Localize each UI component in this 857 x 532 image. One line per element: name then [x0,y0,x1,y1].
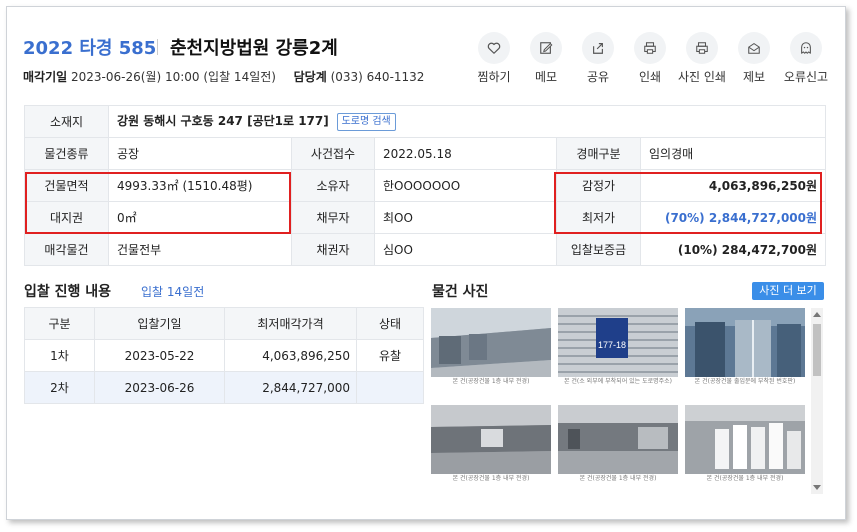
photo-gallery: 본 건(공장건물 1층 내부 전경) 177-18 본 건(소 외부에 부착되어… [431,308,806,494]
price-cell: 4,063,896,250 [224,339,357,372]
printer-icon [696,42,708,54]
photo-caption: 본 건(공장건물 출입문에 부착된 번호판) [685,377,805,386]
type-label: 물건종류 [24,137,109,170]
price-highlight-box [554,172,822,234]
sale-date-value: 2023-06-26(월) 10:00 (입찰 14일전) [71,70,276,84]
sale-item-value: 건물전부 [108,233,292,266]
property-photo[interactable]: 본 건(공장건물 출입문에 부착된 번호판) [685,308,805,386]
table-header-row: 구분 입찰기일 최저매각가격 상태 [24,307,424,340]
photos-title: 물건 사진 [432,284,489,300]
column-header: 입찰기일 [94,307,225,340]
printer-icon [644,42,656,54]
received-label: 사건접수 [291,137,375,170]
scroll-up-arrow-icon[interactable] [813,312,821,317]
property-photo[interactable]: 본 건(공장건물 1층 내부 전경) [431,405,551,483]
column-header: 상태 [356,307,424,340]
property-photo[interactable]: 본 건(공장건물 1층 내부 전경) [431,308,551,386]
auction-type-value: 임의경매 [639,137,827,170]
memo-button[interactable]: 메모 [526,32,566,85]
photo-caption: 본 건(소 외부에 부착되어 있는 도로명주소) [558,377,678,386]
bid-progress-subtitle: 입찰 14일전 [141,285,205,299]
round-cell: 1차 [24,339,95,372]
error-report-button[interactable]: 오류신고 [784,32,828,85]
date-cell: 2023-05-22 [94,339,225,372]
creditor-label: 채권자 [291,233,375,266]
mail-icon [748,42,760,54]
received-value: 2022.05.18 [374,137,557,170]
property-photo[interactable]: 본 건(공장건물 1층 내부 전경) [685,405,805,483]
report-button[interactable]: 제보 [734,32,774,85]
column-header: 최저매각가격 [224,307,357,340]
print-button[interactable]: 인쇄 [630,32,670,85]
share-label: 공유 [586,70,610,84]
owner-value: 한OOOOOOO [374,169,557,202]
pencil-icon [540,42,553,54]
table-row: 2차 2023-06-26 2,844,727,000 [24,371,424,404]
auction-type-label: 경매구분 [556,137,641,170]
status-cell: 유찰 [356,339,424,372]
road-search-button[interactable]: 도로명 검색 [336,112,396,131]
gallery-scrollbar[interactable] [811,308,823,494]
photo-caption: 본 건(공장건물 1층 내부 전경) [685,474,805,483]
scrollbar-thumb[interactable] [813,324,821,376]
title-divider [157,39,158,55]
bid-progress-title: 입찰 진행 내용 [24,284,112,300]
share-button[interactable]: 공유 [578,32,618,85]
photo-print-button[interactable]: 사진 인쇄 [678,32,726,85]
photo-caption: 본 건(공장건물 1층 내부 전경) [558,474,678,483]
deposit-label: 입찰보증금 [556,233,641,266]
debtor-value: 최OO [374,201,557,234]
type-value: 공장 [108,137,292,170]
sale-date-line: 매각기일 2023-06-26(월) 10:00 (입찰 14일전) 담당계 (… [23,68,424,85]
case-number: 2022 타경 585 [23,38,157,59]
dept-label: 담당계 [293,70,327,84]
property-photo[interactable]: 본 건(공장건물 1층 내부 전경) [558,405,678,483]
deposit-value: (10%) 284,472,700원 [639,233,827,266]
location-cell: 강원 동해시 구호동 247 [공단1로 177] 도로명 검색 [107,105,827,138]
heart-icon [487,42,501,54]
report-label: 제보 [742,70,766,84]
table-row: 물건종류 공장 사건접수 2022.05.18 경매구분 임의경매 [24,137,827,170]
date-cell: 2023-06-26 [94,371,225,404]
column-header: 구분 [24,307,95,340]
location-value: 강원 동해시 구호동 247 [공단1로 177] [117,114,329,129]
favorite-button[interactable]: 찜하기 [474,32,514,85]
court-name: 춘천지방법원 강릉2계 [170,38,338,59]
status-cell [356,371,424,404]
favorite-label: 찜하기 [477,70,511,84]
table-row: 매각물건 건물전부 채권자 심OO 입찰보증금 (10%) 284,472,70… [24,233,827,266]
photo-caption: 본 건(공장건물 1층 내부 전경) [431,377,551,386]
bid-progress-table: 구분 입찰기일 최저매각가격 상태 1차 2023-05-22 4,063,89… [24,307,424,404]
memo-label: 메모 [534,70,558,84]
error-report-label: 오류신고 [783,70,829,84]
ghost-icon [801,42,811,54]
area-highlight-box [25,172,291,234]
table-row: 소재지 강원 동해시 구호동 247 [공단1로 177] 도로명 검색 [24,105,827,138]
photo-caption: 본 건(공장건물 1층 내부 전경) [431,474,551,483]
table-row: 1차 2023-05-22 4,063,896,250 유찰 [24,339,424,372]
more-photos-button[interactable]: 사진 더 보기 [752,282,824,300]
photo-print-label: 사진 인쇄 [678,70,726,84]
creditor-value: 심OO [374,233,557,266]
price-cell: 2,844,727,000 [224,371,357,404]
owner-label: 소유자 [291,169,375,202]
sale-item-label: 매각물건 [24,233,109,266]
sale-date-label: 매각기일 [23,70,68,84]
scroll-down-arrow-icon[interactable] [813,485,821,490]
round-cell: 2차 [24,371,95,404]
debtor-label: 채무자 [291,201,375,234]
location-label: 소재지 [24,105,109,138]
dept-phone: (033) 640-1132 [330,70,425,84]
plate-number: 177-18 [598,340,626,350]
print-label: 인쇄 [638,70,662,84]
share-icon [593,43,603,54]
property-photo[interactable]: 177-18 본 건(소 외부에 부착되어 있는 도로명주소) [558,308,678,386]
